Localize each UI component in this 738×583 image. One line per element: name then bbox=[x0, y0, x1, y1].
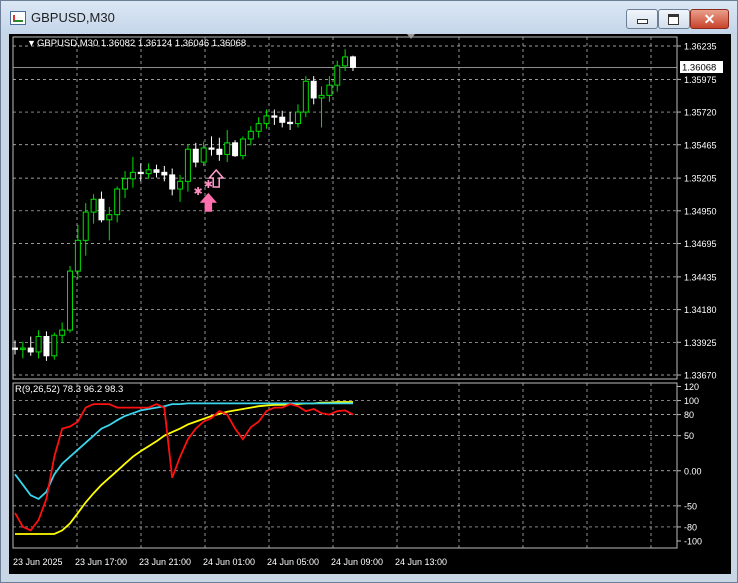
candle-body bbox=[208, 147, 215, 150]
maximize-icon bbox=[668, 14, 679, 25]
fast-indicator-line bbox=[14, 403, 354, 532]
mid-indicator-line bbox=[14, 402, 353, 500]
chart-area[interactable]: ✱ ✱ 1.36235 1.35975 1.35720 1.35465 1.35205 1.… bbox=[9, 34, 731, 574]
candle-body bbox=[310, 80, 317, 99]
indicator-scale-label: 0.00 bbox=[684, 466, 702, 476]
time-axis-label: 24 Jun 09:00 bbox=[331, 557, 383, 567]
candle-body bbox=[114, 188, 121, 216]
candle-body bbox=[145, 169, 152, 175]
window-title: GBPUSD,M30 bbox=[31, 10, 115, 25]
close-icon: ✕ bbox=[703, 11, 716, 27]
candle-body bbox=[153, 169, 160, 173]
candle-body bbox=[122, 178, 129, 190]
candle-body bbox=[106, 214, 113, 221]
time-axis-label: 23 Jun 21:00 bbox=[139, 557, 191, 567]
candle-body bbox=[98, 198, 105, 221]
price-scale-label: 1.34435 bbox=[684, 272, 717, 282]
candle-body bbox=[326, 84, 333, 96]
candle-body bbox=[51, 334, 58, 357]
time-axis-label: 24 Jun 13:00 bbox=[395, 557, 447, 567]
candle-body bbox=[302, 80, 309, 113]
candle-body bbox=[349, 56, 356, 68]
candle-body bbox=[19, 347, 26, 350]
minimize-icon bbox=[637, 19, 648, 24]
candle-body bbox=[82, 211, 89, 241]
price-scale-label: 1.36235 bbox=[684, 42, 717, 52]
chart-canvas[interactable]: ✱✱ 1.362351.359751.357201.354651.352051.… bbox=[9, 34, 731, 574]
price-scale-label: 1.34695 bbox=[684, 239, 717, 249]
candle-body bbox=[239, 138, 246, 157]
candle-body bbox=[255, 123, 262, 132]
candle-body bbox=[216, 148, 223, 155]
indicator-header: R(9,26,52) 78.3 96.2 98.3 bbox=[15, 384, 123, 395]
candle-body bbox=[279, 116, 286, 123]
signal-star-icon: ✱ bbox=[204, 179, 213, 191]
indicator-scale-label: -80 bbox=[684, 522, 697, 532]
signals: ✱✱ bbox=[194, 168, 225, 212]
time-axis-label: 23 Jun 17:00 bbox=[75, 557, 127, 567]
candle-body bbox=[247, 130, 254, 140]
price-scale-label: 1.33670 bbox=[684, 371, 717, 381]
price-scale-label: 1.34950 bbox=[684, 206, 717, 216]
close-button[interactable]: ✕ bbox=[690, 9, 729, 29]
candle-body bbox=[67, 270, 74, 331]
chart-app-icon bbox=[10, 11, 26, 25]
buy-arrow-icon bbox=[199, 192, 218, 212]
candle-body bbox=[263, 115, 270, 125]
candle-body bbox=[224, 142, 231, 155]
price-scale-label: 1.35205 bbox=[684, 174, 717, 184]
candle-body bbox=[232, 142, 239, 157]
candle-body bbox=[90, 198, 97, 213]
grid bbox=[13, 37, 677, 548]
candle-body bbox=[177, 180, 184, 190]
price-scale-label: 1.33925 bbox=[684, 338, 717, 348]
price-scale-label: 1.35975 bbox=[684, 75, 717, 85]
indicator-scale-label: 50 bbox=[684, 431, 694, 441]
price-scale-label: 1.34180 bbox=[684, 305, 717, 315]
candle-body bbox=[169, 174, 176, 190]
title-bar[interactable]: GBPUSD,M30 ✕ bbox=[1, 1, 737, 34]
candle-body bbox=[59, 329, 66, 336]
candle-body bbox=[318, 94, 325, 99]
candle-body bbox=[27, 347, 34, 353]
signal-star-icon: ✱ bbox=[194, 186, 203, 198]
candle-body bbox=[287, 121, 294, 125]
candle-body bbox=[161, 171, 168, 176]
main-chart-header: GBPUSD,M30 1.36082 1.36124 1.36046 1.360… bbox=[37, 38, 246, 49]
indicator-lines bbox=[14, 401, 354, 535]
time-axis-label: 23 Jun 2025 bbox=[13, 557, 63, 567]
indicator-scale-label: 100 bbox=[684, 396, 699, 406]
candle-body bbox=[74, 239, 81, 272]
candles bbox=[12, 49, 356, 361]
candle-body bbox=[334, 65, 341, 86]
candle-body bbox=[184, 148, 191, 182]
price-scale-label: 1.35465 bbox=[684, 140, 717, 150]
indicator-scale-label: 120 bbox=[684, 382, 699, 392]
candle-body bbox=[271, 115, 278, 118]
candle-body bbox=[43, 336, 50, 357]
minimize-button[interactable] bbox=[626, 9, 658, 29]
main-frame bbox=[12, 36, 678, 380]
indicator-frame bbox=[12, 382, 678, 549]
candle-body bbox=[342, 56, 349, 67]
indicator-scale-label: 80 bbox=[684, 410, 694, 420]
terminal-window: GBPUSD,M30 ✕ ✱ ✱ 1.36235 1.35975 1.35720 1.3… bbox=[0, 0, 738, 583]
time-axis-label: 24 Jun 05:00 bbox=[267, 557, 319, 567]
axes: 1.36235 1.35975 1.35720 1.35465 1.35205 1.349… bbox=[12, 34, 717, 567]
candle-body bbox=[192, 148, 199, 163]
price-scale-label: 1.35720 bbox=[684, 108, 717, 118]
candle-body bbox=[137, 171, 144, 175]
chart-menu-triangle-icon[interactable]: ▼ bbox=[27, 38, 36, 48]
candle-body bbox=[294, 111, 301, 125]
slow-indicator-line bbox=[15, 401, 353, 535]
indicator-scale-label: -50 bbox=[684, 501, 697, 511]
candle-body bbox=[35, 336, 42, 353]
candle-body bbox=[129, 171, 136, 180]
time-axis-label: 24 Jun 01:00 bbox=[203, 557, 255, 567]
candle-body bbox=[200, 147, 207, 163]
maximize-button[interactable] bbox=[658, 9, 690, 29]
current-price-label: 1.36068 bbox=[682, 63, 716, 74]
indicator-scale-label: -100 bbox=[684, 536, 702, 546]
